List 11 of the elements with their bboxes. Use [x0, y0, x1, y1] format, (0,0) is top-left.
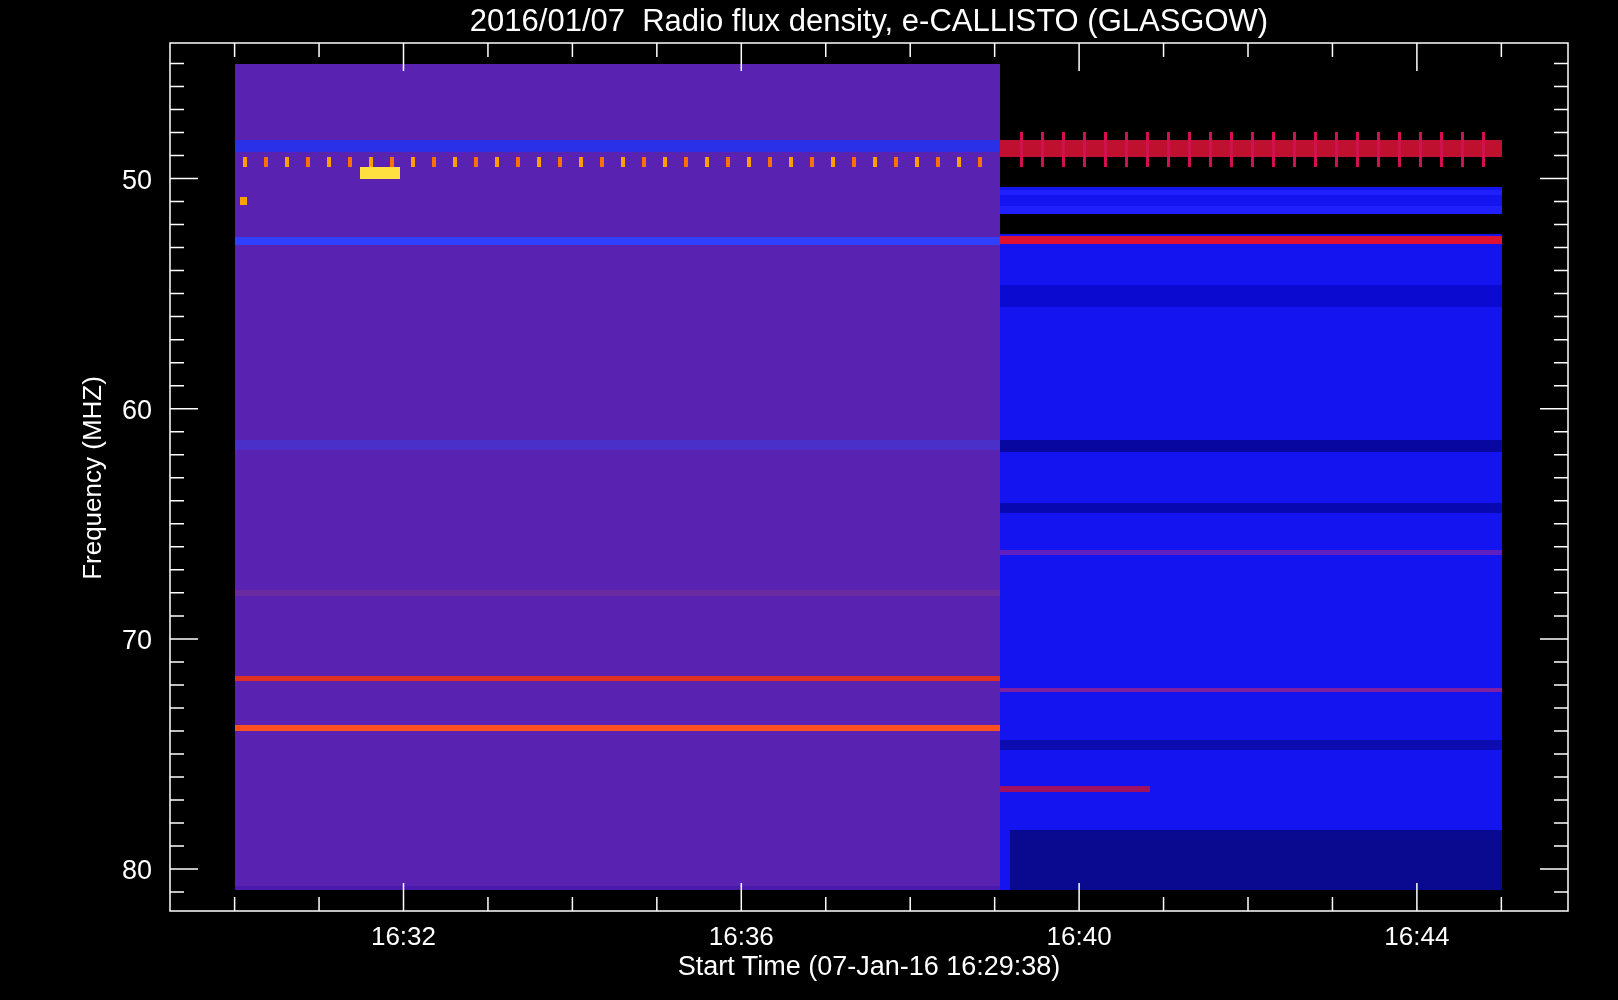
y-tick-label: 50	[121, 164, 152, 195]
y-axis-label: Frequency (MHZ)	[77, 376, 107, 580]
x-tick-label: 16:36	[708, 921, 774, 951]
y-tick-label: 80	[121, 855, 152, 886]
x-tick-label: 16:32	[370, 921, 437, 951]
plot-title: 2016/01/07 Radio flux density, e-CALLISTO (GLASGOW)	[469, 3, 1269, 38]
y-tick-label: 60	[121, 394, 152, 425]
y-tick-label: 70	[121, 624, 152, 655]
x-tick-label: 16:44	[1384, 921, 1450, 951]
x-axis-label: Start Time (07-Jan-16 16:29:38)	[677, 951, 1061, 981]
x-tick-label: 16:40	[1046, 921, 1112, 951]
